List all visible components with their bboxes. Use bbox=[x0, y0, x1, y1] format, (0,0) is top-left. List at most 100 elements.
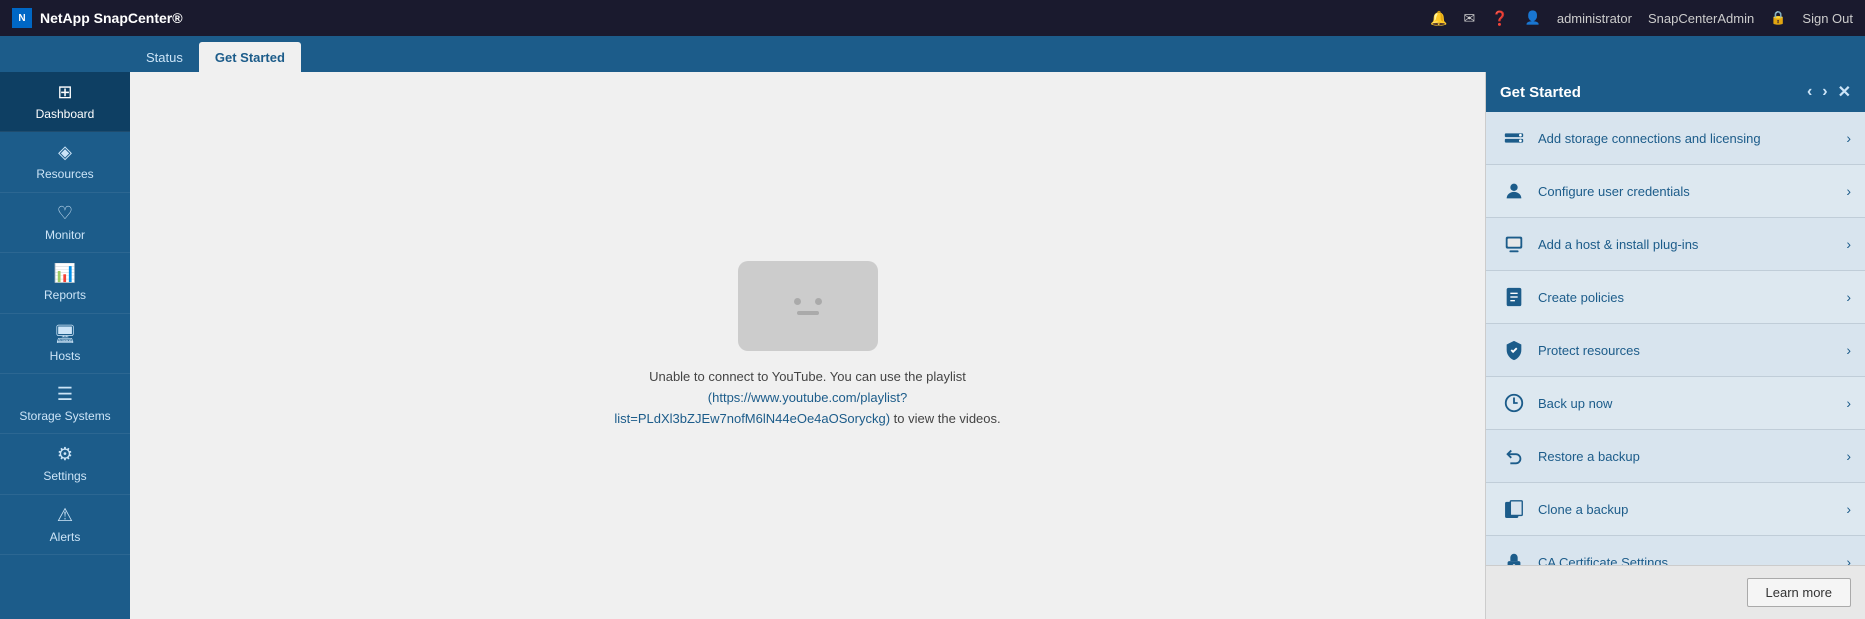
add-host-icon bbox=[1500, 230, 1528, 258]
user-icon: 👤 bbox=[1525, 10, 1541, 26]
panel-item-add-host[interactable]: Add a host & install plug-ins › bbox=[1486, 218, 1865, 271]
main-content: Unable to connect to YouTube. You can us… bbox=[130, 72, 1485, 619]
panel-item-create-policies[interactable]: Create policies › bbox=[1486, 271, 1865, 324]
learn-more-button[interactable]: Learn more bbox=[1747, 578, 1851, 607]
admin-label: SnapCenterAdmin bbox=[1648, 11, 1754, 26]
top-bar: N NetApp SnapCenter® 🔔 ✉ ❓ 👤 administrat… bbox=[0, 0, 1865, 36]
sidebar-label-reports: Reports bbox=[44, 288, 86, 302]
sidebar-item-resources[interactable]: ◈ Resources bbox=[0, 132, 130, 192]
panel-item-backup-now[interactable]: Back up now › bbox=[1486, 377, 1865, 430]
backup-now-icon bbox=[1500, 389, 1528, 417]
add-storage-chevron-icon: › bbox=[1846, 130, 1851, 146]
youtube-error-message: Unable to connect to YouTube. You can us… bbox=[583, 367, 1033, 429]
right-panel-header: Get Started ‹ › ✕ bbox=[1486, 72, 1865, 112]
top-bar-left: N NetApp SnapCenter® bbox=[12, 8, 183, 28]
panel-item-restore-backup[interactable]: Restore a backup › bbox=[1486, 430, 1865, 483]
right-panel-controls: ‹ › ✕ bbox=[1807, 82, 1851, 102]
netapp-logo-icon: N bbox=[12, 8, 32, 28]
panel-footer: Learn more bbox=[1486, 565, 1865, 619]
create-policies-chevron-icon: › bbox=[1846, 289, 1851, 305]
app-title: NetApp SnapCenter® bbox=[40, 10, 183, 26]
restore-backup-chevron-icon: › bbox=[1846, 448, 1851, 464]
sidebar-label-alerts: Alerts bbox=[50, 530, 81, 544]
mail-icon[interactable]: ✉ bbox=[1463, 10, 1475, 27]
credentials-chevron-icon: › bbox=[1846, 183, 1851, 199]
youtube-suffix-text: to view the videos. bbox=[894, 411, 1001, 426]
sidebar-label-storage-systems: Storage Systems bbox=[19, 409, 110, 423]
resources-icon: ◈ bbox=[58, 142, 72, 163]
panel-item-credentials-label: Configure user credentials bbox=[1538, 184, 1836, 199]
sidebar-label-resources: Resources bbox=[36, 167, 93, 181]
panel-item-clone-backup[interactable]: Clone a backup › bbox=[1486, 483, 1865, 536]
restore-backup-icon bbox=[1500, 442, 1528, 470]
youtube-error-text: Unable to connect to YouTube. You can us… bbox=[649, 369, 966, 384]
sidebar-label-monitor: Monitor bbox=[45, 228, 85, 242]
video-eyes bbox=[794, 298, 822, 305]
sidebar-item-settings[interactable]: ⚙ Settings bbox=[0, 434, 130, 494]
panel-item-add-host-label: Add a host & install plug-ins bbox=[1538, 237, 1836, 252]
sidebar-label-hosts: Hosts bbox=[50, 349, 81, 363]
top-bar-right: 🔔 ✉ ❓ 👤 administrator SnapCenterAdmin 🔒 … bbox=[1430, 10, 1853, 27]
sidebar-item-monitor[interactable]: ♡ Monitor bbox=[0, 193, 130, 253]
protect-resources-chevron-icon: › bbox=[1846, 342, 1851, 358]
lock-icon: 🔒 bbox=[1770, 10, 1786, 26]
panel-items-list: Add storage connections and licensing › … bbox=[1486, 112, 1865, 565]
sidebar-item-dashboard[interactable]: ⊞ Dashboard bbox=[0, 72, 130, 132]
app-title-text: NetApp SnapCenter® bbox=[40, 10, 183, 26]
sidebar-item-hosts[interactable]: 🖥 Hosts bbox=[0, 314, 130, 374]
signout-button[interactable]: Sign Out bbox=[1802, 11, 1853, 26]
right-panel-title: Get Started bbox=[1500, 84, 1581, 101]
protect-resources-icon bbox=[1500, 336, 1528, 364]
create-policies-icon bbox=[1500, 283, 1528, 311]
panel-item-clone-backup-label: Clone a backup bbox=[1538, 502, 1836, 517]
video-mouth bbox=[797, 311, 819, 315]
add-storage-icon bbox=[1500, 124, 1528, 152]
sidebar-item-alerts[interactable]: ⚠ Alerts bbox=[0, 495, 130, 555]
youtube-playlist-link[interactable]: (https://www.youtube.com/playlist?list=P… bbox=[614, 390, 907, 426]
panel-item-protect-resources-label: Protect resources bbox=[1538, 343, 1836, 358]
right-panel: Get Started ‹ › ✕ Add storage connection… bbox=[1485, 72, 1865, 619]
panel-item-create-policies-label: Create policies bbox=[1538, 290, 1836, 305]
storage-icon: ☰ bbox=[57, 384, 73, 405]
panel-item-ca-certificate-label: CA Certificate Settings bbox=[1538, 555, 1836, 566]
add-host-chevron-icon: › bbox=[1846, 236, 1851, 252]
reports-icon: 📊 bbox=[54, 263, 76, 284]
help-icon[interactable]: ❓ bbox=[1491, 10, 1508, 27]
sidebar-label-dashboard: Dashboard bbox=[36, 107, 95, 121]
tab-get-started-label: Get Started bbox=[215, 50, 285, 65]
bell-icon[interactable]: 🔔 bbox=[1430, 10, 1447, 27]
backup-now-chevron-icon: › bbox=[1846, 395, 1851, 411]
right-panel-next-icon[interactable]: › bbox=[1822, 83, 1827, 101]
panel-item-restore-backup-label: Restore a backup bbox=[1538, 449, 1836, 464]
video-error-face bbox=[794, 298, 822, 315]
tab-status[interactable]: Status bbox=[130, 42, 199, 72]
sidebar-label-settings: Settings bbox=[43, 469, 86, 483]
sidebar: ⊞ Dashboard ◈ Resources ♡ Monitor 📊 Repo… bbox=[0, 72, 130, 619]
alerts-icon: ⚠ bbox=[57, 505, 73, 526]
monitor-icon: ♡ bbox=[57, 203, 73, 224]
video-error-placeholder bbox=[738, 261, 878, 351]
dashboard-icon: ⊞ bbox=[57, 82, 72, 103]
clone-backup-icon bbox=[1500, 495, 1528, 523]
sidebar-item-reports[interactable]: 📊 Reports bbox=[0, 253, 130, 313]
right-panel-prev-icon[interactable]: ‹ bbox=[1807, 83, 1812, 101]
panel-item-protect-resources[interactable]: Protect resources › bbox=[1486, 324, 1865, 377]
ca-certificate-chevron-icon: › bbox=[1846, 554, 1851, 565]
tab-status-label: Status bbox=[146, 50, 183, 65]
username-label[interactable]: administrator bbox=[1557, 11, 1632, 26]
tab-bar: Status Get Started bbox=[0, 36, 1865, 72]
sidebar-item-storage-systems[interactable]: ☰ Storage Systems bbox=[0, 374, 130, 434]
ca-certificate-icon bbox=[1500, 548, 1528, 565]
panel-item-add-storage-label: Add storage connections and licensing bbox=[1538, 131, 1836, 146]
panel-item-ca-certificate[interactable]: CA Certificate Settings › bbox=[1486, 536, 1865, 565]
right-panel-close-icon[interactable]: ✕ bbox=[1838, 82, 1851, 102]
video-eye-right bbox=[815, 298, 822, 305]
settings-icon: ⚙ bbox=[57, 444, 73, 465]
hosts-icon: 🖥 bbox=[54, 324, 77, 345]
panel-item-add-storage[interactable]: Add storage connections and licensing › bbox=[1486, 112, 1865, 165]
tab-get-started[interactable]: Get Started bbox=[199, 42, 301, 72]
credentials-icon bbox=[1500, 177, 1528, 205]
clone-backup-chevron-icon: › bbox=[1846, 501, 1851, 517]
panel-item-configure-credentials[interactable]: Configure user credentials › bbox=[1486, 165, 1865, 218]
video-eye-left bbox=[794, 298, 801, 305]
